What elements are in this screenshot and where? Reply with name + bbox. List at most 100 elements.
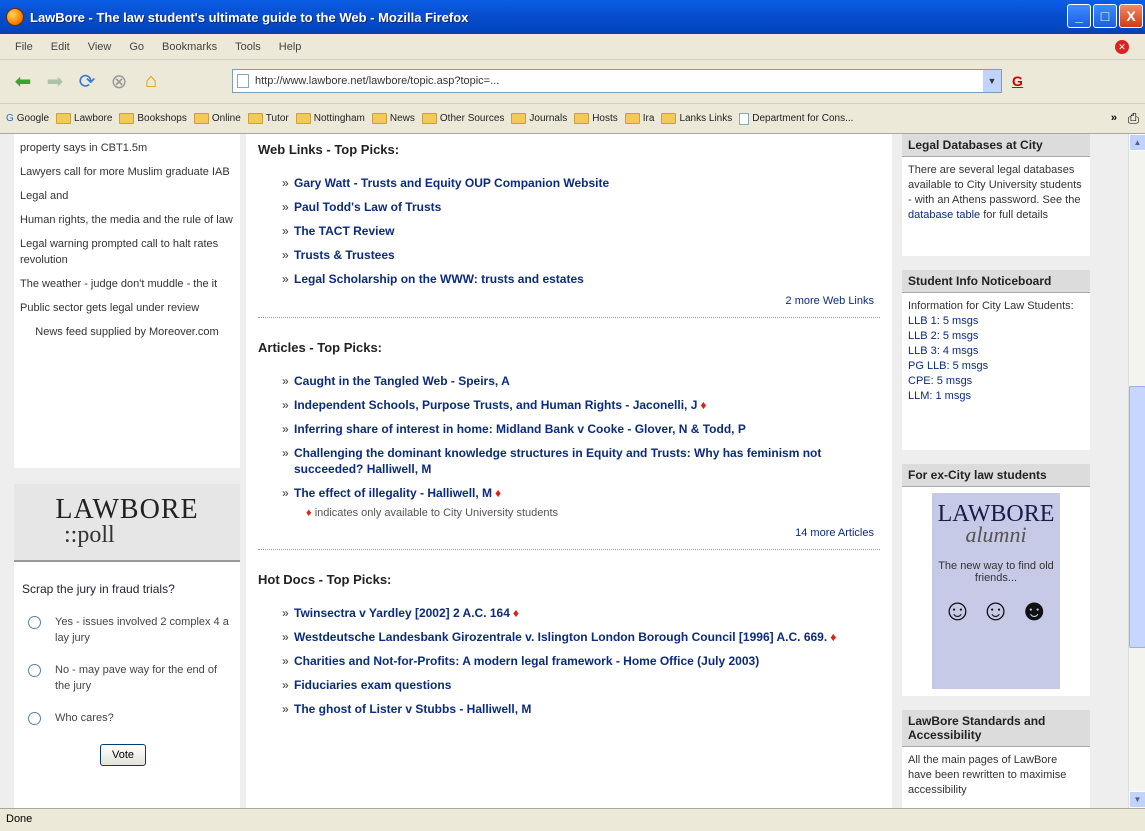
radio-button[interactable] <box>28 664 41 677</box>
more-web-links-link[interactable]: 2 more Web Links <box>258 295 880 307</box>
menu-help[interactable]: Help <box>270 41 311 53</box>
bookmark-label: Hosts <box>592 113 618 124</box>
bookmark-folder-nottingham[interactable]: Nottingham <box>295 113 365 124</box>
news-item[interactable]: Human rights, the media and the rule of … <box>20 212 234 228</box>
navigation-toolbar: ⬅ ➡ ⟳ ⊗ ⌂ http://www.lawbore.net/lawbore… <box>0 60 1145 104</box>
news-item[interactable]: Lawyers call for more Muslim graduate IA… <box>20 164 234 180</box>
doc-link[interactable]: Westdeutsche Landesbank Girozentrale v. … <box>294 630 827 644</box>
notice-line[interactable]: PG LLB: 5 msgs <box>908 359 1084 374</box>
address-bar[interactable]: http://www.lawbore.net/lawbore/topic.asp… <box>232 69 1002 93</box>
radio-button[interactable] <box>28 616 41 629</box>
maximize-button[interactable]: □ <box>1093 4 1117 28</box>
list-item: Fiduciaries exam questions <box>282 677 880 693</box>
poll-box: LAWBORE ::poll Scrap the jury in fraud t… <box>14 484 240 808</box>
lawbore-alumni-banner[interactable]: LAWBORE alumni The new way to find old f… <box>932 493 1060 689</box>
folder-icon <box>371 113 387 124</box>
bookmark-folder-lawbore[interactable]: Lawbore <box>56 113 112 124</box>
article-link[interactable]: The effect of illegality - Halliwell, M <box>294 486 492 500</box>
list-item: Westdeutsche Landesbank Girozentrale v. … <box>282 629 880 645</box>
more-articles-link[interactable]: 14 more Articles <box>258 527 880 539</box>
vertical-scrollbar[interactable]: ▲ ▼ <box>1128 134 1145 808</box>
doc-link[interactable]: Twinsectra v Yardley [2002] 2 A.C. 164 <box>294 606 510 620</box>
doc-link[interactable]: The ghost of Lister v Stubbs - Halliwell… <box>294 702 531 716</box>
notice-line[interactable]: LLM: 1 msgs <box>908 389 1084 404</box>
bookmark-label: Lawbore <box>74 113 113 124</box>
article-link[interactable]: Independent Schools, Purpose Trusts, and… <box>294 398 697 412</box>
web-link[interactable]: Trusts & Trustees <box>294 248 395 262</box>
poll-option[interactable]: No - may pave way for the end of the jur… <box>14 654 240 702</box>
web-link[interactable]: Paul Todd's Law of Trusts <box>294 200 441 214</box>
notice-line[interactable]: LLB 1: 5 msgs <box>908 314 1084 329</box>
close-button[interactable]: X <box>1119 4 1143 28</box>
minimize-button[interactable]: _ <box>1067 4 1091 28</box>
article-link[interactable]: Challenging the dominant knowledge struc… <box>294 446 821 476</box>
stop-button[interactable]: ⊗ <box>104 68 134 96</box>
vote-button[interactable]: Vote <box>100 744 146 766</box>
scroll-up-button[interactable]: ▲ <box>1129 134 1145 151</box>
bookmark-folder-news[interactable]: News <box>371 113 415 124</box>
bookmark-folder-hosts[interactable]: Hosts <box>574 113 618 124</box>
news-item[interactable]: The weather - judge don't muddle - the i… <box>20 276 234 292</box>
address-dropdown-button[interactable]: ▼ <box>983 70 1001 92</box>
bookmark-folder-journals[interactable]: Journals <box>511 113 567 124</box>
list-item: Paul Todd's Law of Trusts <box>282 199 880 215</box>
left-column: property says in CBT1.5m Lawyers call fo… <box>0 134 246 808</box>
legend-text: indicates only available to City Univers… <box>314 507 559 519</box>
menu-file[interactable]: File <box>6 41 42 53</box>
bookmark-folder-links[interactable]: Lanks Links <box>661 113 732 124</box>
main-content: Web Links - Top Picks: Gary Watt - Trust… <box>246 134 892 808</box>
scroll-thumb[interactable] <box>1129 386 1145 648</box>
section-title: Web Links - Top Picks: <box>258 142 400 157</box>
poll-option[interactable]: Yes - issues involved 2 complex 4 a lay … <box>14 606 240 654</box>
list-item: The ghost of Lister v Stubbs - Halliwell… <box>282 701 880 717</box>
menu-bookmarks[interactable]: Bookmarks <box>153 41 226 53</box>
list-item: Independent Schools, Purpose Trusts, and… <box>282 397 880 413</box>
poll-option-label: Yes - issues involved 2 complex 4 a lay … <box>55 616 229 644</box>
print-icon[interactable]: ⎙ <box>1128 110 1139 127</box>
menu-view[interactable]: View <box>79 41 121 53</box>
back-button[interactable]: ⬅ <box>8 68 38 96</box>
menu-go[interactable]: Go <box>120 41 153 53</box>
go-button[interactable]: G <box>1012 73 1023 89</box>
bookmark-department[interactable]: Department for Cons... <box>739 112 853 125</box>
news-item[interactable]: Legal and <box>20 188 234 204</box>
database-table-link[interactable]: database table <box>908 209 980 221</box>
web-link[interactable]: The TACT Review <box>294 224 394 238</box>
right-column: Legal Databases at City There are severa… <box>892 134 1128 808</box>
bookmark-label: Ira <box>642 113 655 124</box>
doc-link[interactable]: Fiduciaries exam questions <box>294 678 451 692</box>
home-button[interactable]: ⌂ <box>136 68 166 96</box>
bookmark-google[interactable]: G Google <box>6 113 49 124</box>
bookmark-folder-bookshops[interactable]: Bookshops <box>119 113 187 124</box>
notice-line[interactable]: LLB 3: 4 msgs <box>908 344 1084 359</box>
menu-tools[interactable]: Tools <box>226 41 270 53</box>
article-link[interactable]: Caught in the Tangled Web - Speirs, A <box>294 374 510 388</box>
bookmark-folder-tutor[interactable]: Tutor <box>247 113 289 124</box>
scroll-down-button[interactable]: ▼ <box>1129 791 1145 808</box>
radio-button[interactable] <box>28 712 41 725</box>
notice-line[interactable]: LLB 2: 5 msgs <box>908 329 1084 344</box>
notice-line[interactable]: CPE: 5 msgs <box>908 374 1084 389</box>
hot-docs-section: Hot Docs - Top Picks: Twinsectra v Yardl… <box>258 564 880 717</box>
web-link[interactable]: Legal Scholarship on the WWW: trusts and… <box>294 272 584 286</box>
news-item[interactable]: Public sector gets legal under review <box>20 300 234 316</box>
news-item[interactable]: property says in CBT1.5m <box>20 140 234 156</box>
bookmark-folder-other-sources[interactable]: Other Sources <box>421 113 504 124</box>
bookmark-folder-online[interactable]: Online <box>193 113 241 124</box>
bookmark-folder-ira[interactable]: Ira <box>624 113 655 124</box>
doc-link[interactable]: Charities and Not-for-Profits: A modern … <box>294 654 759 668</box>
box-text: for full details <box>983 209 1049 221</box>
news-item[interactable]: Legal warning prompted call to halt rate… <box>20 236 234 268</box>
web-link[interactable]: Gary Watt - Trusts and Equity OUP Compan… <box>294 176 609 190</box>
forward-button[interactable]: ➡ <box>40 68 70 96</box>
menu-edit[interactable]: Edit <box>42 41 79 53</box>
bookmark-label: Lanks Links <box>679 113 733 124</box>
poll-option[interactable]: Who cares? <box>14 702 240 734</box>
news-credit[interactable]: News feed supplied by Moreover.com <box>20 324 234 340</box>
window-controls: _ □ X <box>1067 4 1143 28</box>
article-link[interactable]: Inferring share of interest in home: Mid… <box>294 422 746 436</box>
folder-icon <box>119 113 135 124</box>
reload-button[interactable]: ⟳ <box>72 68 102 96</box>
bookmarks-overflow-chevron-icon[interactable]: » <box>1111 112 1117 124</box>
address-url[interactable]: http://www.lawbore.net/lawbore/topic.asp… <box>255 75 499 87</box>
